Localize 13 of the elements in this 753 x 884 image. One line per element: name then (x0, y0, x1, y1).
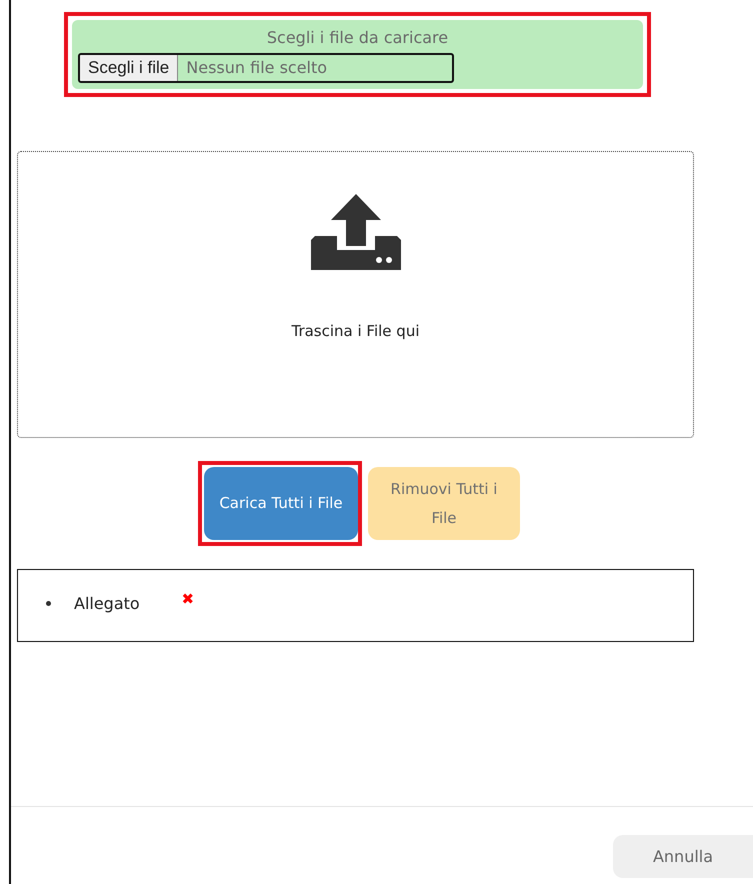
attachment-name: Allegato (74, 594, 140, 613)
remove-button[interactable]: ✖ (182, 590, 195, 608)
upload-all-button[interactable]: Carica Tutti i File (204, 467, 358, 540)
cancel-button[interactable]: Annulla (613, 835, 753, 878)
upload-icon (310, 194, 400, 270)
remove-all-button[interactable]: Rimuovi Tutti i File (368, 467, 520, 540)
upload-title: Scegli i file da caricare (266, 28, 448, 47)
drop-label: Trascina i File qui (291, 322, 420, 340)
file-input[interactable]: Scegli i file Nessun file scelto (78, 53, 454, 83)
bullet-icon (46, 601, 51, 606)
drop-zone[interactable]: Trascina i File qui (17, 151, 694, 438)
choose-files-button[interactable]: Scegli i file (80, 55, 178, 81)
file-status: Nessun file scelto (185, 57, 328, 79)
